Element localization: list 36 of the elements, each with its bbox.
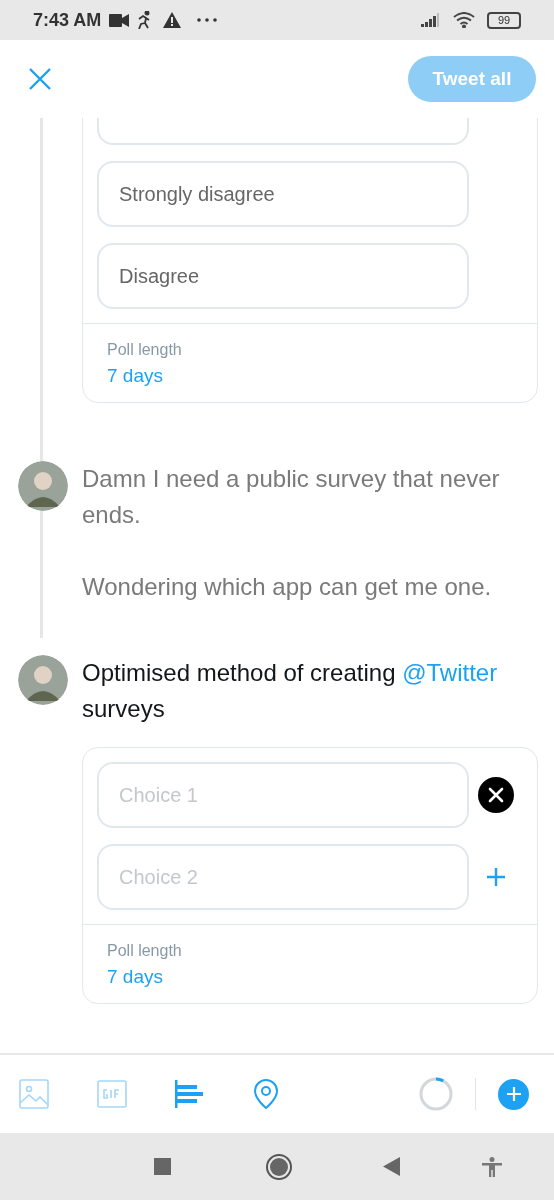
remove-poll-button[interactable] <box>478 777 514 813</box>
home-icon[interactable] <box>266 1153 292 1180</box>
accessibility-icon[interactable] <box>482 1156 502 1177</box>
warning-icon <box>163 12 182 28</box>
tweet-text: Wondering which app can get me one. <box>82 572 493 602</box>
more-icon <box>197 18 218 22</box>
add-tweet-button[interactable] <box>498 1078 529 1110</box>
choice-field[interactable]: Strongly disagree <box>97 161 469 227</box>
gif-icon <box>97 1080 127 1108</box>
poll-length-link[interactable]: 7 days <box>107 963 163 991</box>
mention-link[interactable]: @Twitter <box>402 659 498 686</box>
poll-length-label: Poll length <box>107 340 183 360</box>
plus-icon <box>506 1087 521 1101</box>
poll-length-link[interactable]: 7 days <box>107 362 163 390</box>
close-icon <box>28 67 52 91</box>
wifi-icon <box>453 12 475 28</box>
plus-icon <box>486 867 506 887</box>
signal-icon <box>421 13 441 27</box>
tweet-text: Damn I need a public survey that never ends. <box>82 464 501 530</box>
status-time: 7:43 AM <box>33 8 102 32</box>
tweet-text: Optimised method of creating @Twitter surveys <box>82 658 499 724</box>
poll-length-label: Poll length <box>107 941 183 961</box>
battery-indicator: 99 <box>487 11 521 29</box>
close-icon <box>488 787 504 803</box>
choice-field[interactable]: Disagree <box>97 243 469 309</box>
poll-icon <box>175 1080 203 1108</box>
choice-field[interactable]: Choice 2 <box>97 844 469 910</box>
avatar <box>17 461 68 511</box>
video-camera-icon <box>109 13 130 27</box>
character-progress-ring <box>419 1077 453 1111</box>
running-person-icon <box>137 11 152 29</box>
back-icon[interactable] <box>383 1157 400 1176</box>
choice-field[interactable]: Choice 1 <box>97 762 469 828</box>
avatar <box>17 655 68 705</box>
location-pin-icon <box>253 1079 279 1109</box>
image-icon <box>19 1079 49 1109</box>
